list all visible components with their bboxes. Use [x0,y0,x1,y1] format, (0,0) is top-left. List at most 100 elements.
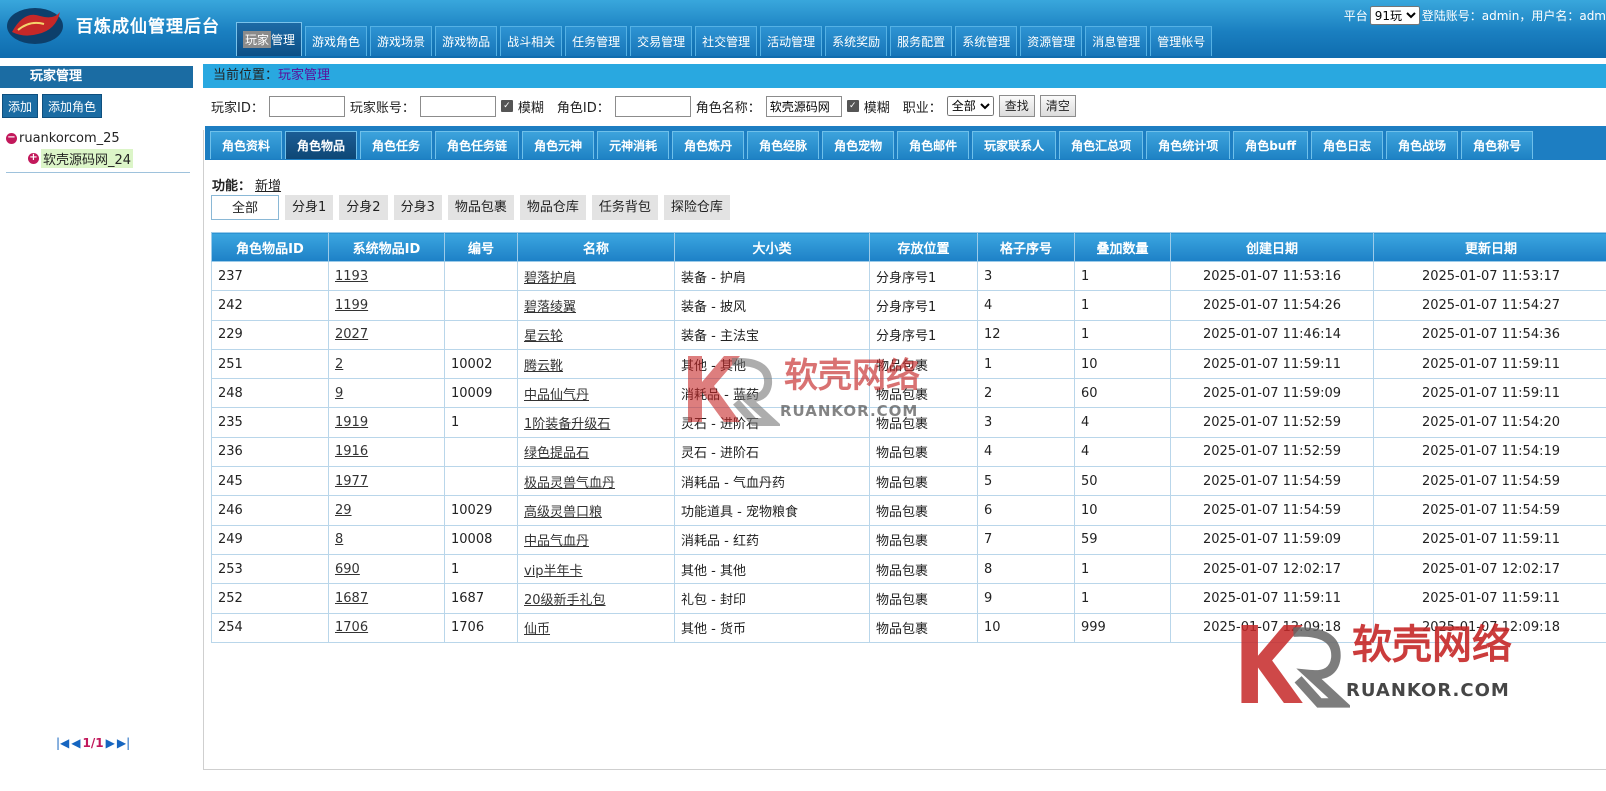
tab-0[interactable]: 角色资料 [210,131,283,159]
fuzzy-checkbox[interactable]: ✓ [500,100,513,112]
item-name-link[interactable]: 1阶装备升级石 [524,417,610,432]
system-item-link[interactable]: 1977 [335,474,368,489]
nav-item-9[interactable]: 系统奖励 [825,26,888,56]
nav-item-1[interactable]: 游戏角色 [305,26,368,56]
item-name-link[interactable]: 高级灵兽口粮 [524,505,602,520]
tree-node-root[interactable]: − ruankorcom_25 [6,128,133,148]
tab-6[interactable]: 角色炼丹 [672,131,745,159]
column-header[interactable]: 更新日期 [1373,232,1606,262]
item-name-link[interactable]: 碧落绫翼 [524,300,576,315]
nav-item-10[interactable]: 服务配置 [890,26,953,56]
breadcrumb-link[interactable]: 玩家管理 [278,68,330,83]
system-item-link[interactable]: 29 [335,503,352,518]
item-name-link[interactable]: 腾云靴 [524,359,563,374]
item-name-link[interactable]: 中品仙气丹 [524,388,589,403]
first-page-icon[interactable]: |◀ [56,736,69,750]
nav-item-4[interactable]: 战斗相关 [500,26,563,56]
prev-page-icon[interactable]: ◀ [71,736,80,750]
system-item-link[interactable]: 1193 [335,269,368,284]
add-new-link[interactable]: 新增 [255,179,281,194]
item-name-link[interactable]: 星云轮 [524,329,563,344]
system-item-link[interactable]: 2 [335,357,343,372]
tab-4[interactable]: 角色元神 [522,131,595,159]
tab-7[interactable]: 角色经脉 [747,131,820,159]
column-header[interactable]: 系统物品ID [328,232,445,262]
tab-16[interactable]: 角色称号 [1461,131,1534,159]
item-name-link[interactable]: vip半年卡 [524,564,583,579]
tab-3[interactable]: 角色任务链 [435,131,520,159]
role-id-input[interactable] [614,95,691,117]
item-name-link[interactable]: 中品气血丹 [524,534,589,549]
nav-item-2[interactable]: 游戏场景 [370,26,433,56]
column-header[interactable]: 存放位置 [869,232,978,262]
collapse-icon[interactable]: − [6,132,17,144]
item-name-link[interactable]: 极品灵兽气血丹 [524,476,615,491]
tab-13[interactable]: 角色buff [1233,131,1309,159]
system-item-link[interactable]: 9 [335,386,343,401]
nav-item-11[interactable]: 系统管理 [955,26,1018,56]
tab-11[interactable]: 角色汇总项 [1059,131,1144,159]
tab-8[interactable]: 角色宠物 [822,131,895,159]
column-header[interactable]: 角色物品ID [211,232,329,262]
filter-button-5[interactable]: 物品仓库 [519,195,586,220]
item-name-link[interactable]: 绿色提品石 [524,446,589,461]
tab-10[interactable]: 玩家联系人 [972,131,1057,159]
nav-item-0[interactable]: 玩家 管理 [236,22,303,56]
column-header[interactable]: 名称 [517,232,675,262]
item-name-link[interactable]: 碧落护肩 [524,271,576,286]
add-button[interactable]: 添加 [2,94,39,118]
nav-item-8[interactable]: 活动管理 [760,26,823,56]
column-header[interactable]: 格子序号 [977,232,1075,262]
platform-select[interactable]: 91玩 [1369,6,1420,25]
fuzzy2-checkbox[interactable]: ✓ [846,100,859,112]
tree-child-label[interactable]: 软壳源码网_24 [41,148,134,168]
nav-item-5[interactable]: 任务管理 [565,26,628,56]
item-name-link[interactable]: 仙币 [524,622,550,637]
system-item-link[interactable]: 1919 [335,415,368,430]
nav-item-6[interactable]: 交易管理 [630,26,693,56]
expand-icon[interactable]: + [28,152,39,164]
tab-14[interactable]: 角色日志 [1311,131,1384,159]
tab-2[interactable]: 角色任务 [360,131,433,159]
role-name-input[interactable] [765,95,842,117]
add-role-button[interactable]: 添加角色 [42,94,103,118]
job-select[interactable]: 全部 [946,96,994,116]
tab-9[interactable]: 角色邮件 [897,131,970,159]
tab-15[interactable]: 角色战场 [1386,131,1459,159]
filter-button-3[interactable]: 分身3 [393,195,442,220]
filter-button-2[interactable]: 分身2 [339,195,388,220]
system-item-link[interactable]: 1687 [335,591,368,606]
column-header[interactable]: 叠加数量 [1074,232,1171,262]
player-id-input[interactable] [268,95,345,117]
system-item-link[interactable]: 1706 [335,620,368,635]
tab-12[interactable]: 角色统计项 [1146,131,1231,159]
search-button[interactable]: 查找 [998,95,1035,117]
filter-button-0[interactable]: 全部 [211,195,280,220]
last-page-icon[interactable]: ▶| [117,736,130,750]
nav-item-13[interactable]: 消息管理 [1085,26,1148,56]
nav-item-14[interactable]: 管理帐号 [1150,26,1213,56]
tree-root-label[interactable]: ruankorcom_25 [19,131,120,146]
column-header[interactable]: 大小类 [674,232,870,262]
column-header[interactable]: 编号 [444,232,518,262]
clear-button[interactable]: 清空 [1039,95,1076,117]
system-item-link[interactable]: 1199 [335,298,368,313]
tab-5[interactable]: 元神消耗 [597,131,670,159]
tab-1[interactable]: 角色物品 [285,131,358,159]
filter-button-6[interactable]: 任务背包 [591,195,658,220]
tree-node-child[interactable]: + 软壳源码网_24 [28,148,134,168]
filter-button-1[interactable]: 分身1 [285,195,334,220]
next-page-icon[interactable]: ▶ [106,736,115,750]
item-name-link[interactable]: 20级新手礼包 [524,593,606,608]
account-input[interactable] [419,95,496,117]
nav-item-7[interactable]: 社交管理 [695,26,758,56]
system-item-link[interactable]: 1916 [335,444,368,459]
nav-item-3[interactable]: 游戏物品 [435,26,498,56]
nav-item-12[interactable]: 资源管理 [1020,26,1083,56]
filter-button-7[interactable]: 探险仓库 [663,195,730,220]
system-item-link[interactable]: 8 [335,532,343,547]
system-item-link[interactable]: 690 [335,562,360,577]
filter-button-4[interactable]: 物品包裹 [447,195,514,220]
column-header[interactable]: 创建日期 [1170,232,1374,262]
system-item-link[interactable]: 2027 [335,327,368,342]
